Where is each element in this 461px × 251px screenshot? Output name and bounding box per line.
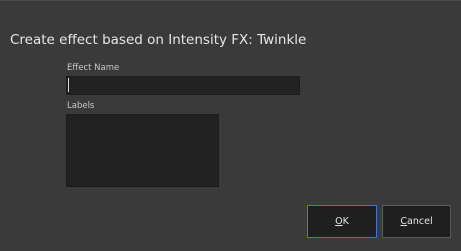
ok-button-label: OK — [335, 216, 349, 227]
cancel-button[interactable]: Cancel — [382, 205, 451, 238]
create-effect-dialog: Create effect based on Intensity FX: Twi… — [0, 0, 461, 251]
text-caret — [68, 78, 69, 92]
effect-name-input[interactable] — [66, 76, 300, 95]
dialog-title: Create effect based on Intensity FX: Twi… — [10, 32, 307, 48]
ok-button[interactable]: OK — [307, 205, 377, 238]
labels-label: Labels — [67, 101, 95, 111]
cancel-button-label: Cancel — [400, 216, 433, 227]
labels-input[interactable] — [66, 114, 219, 187]
effect-name-label: Effect Name — [67, 63, 120, 73]
